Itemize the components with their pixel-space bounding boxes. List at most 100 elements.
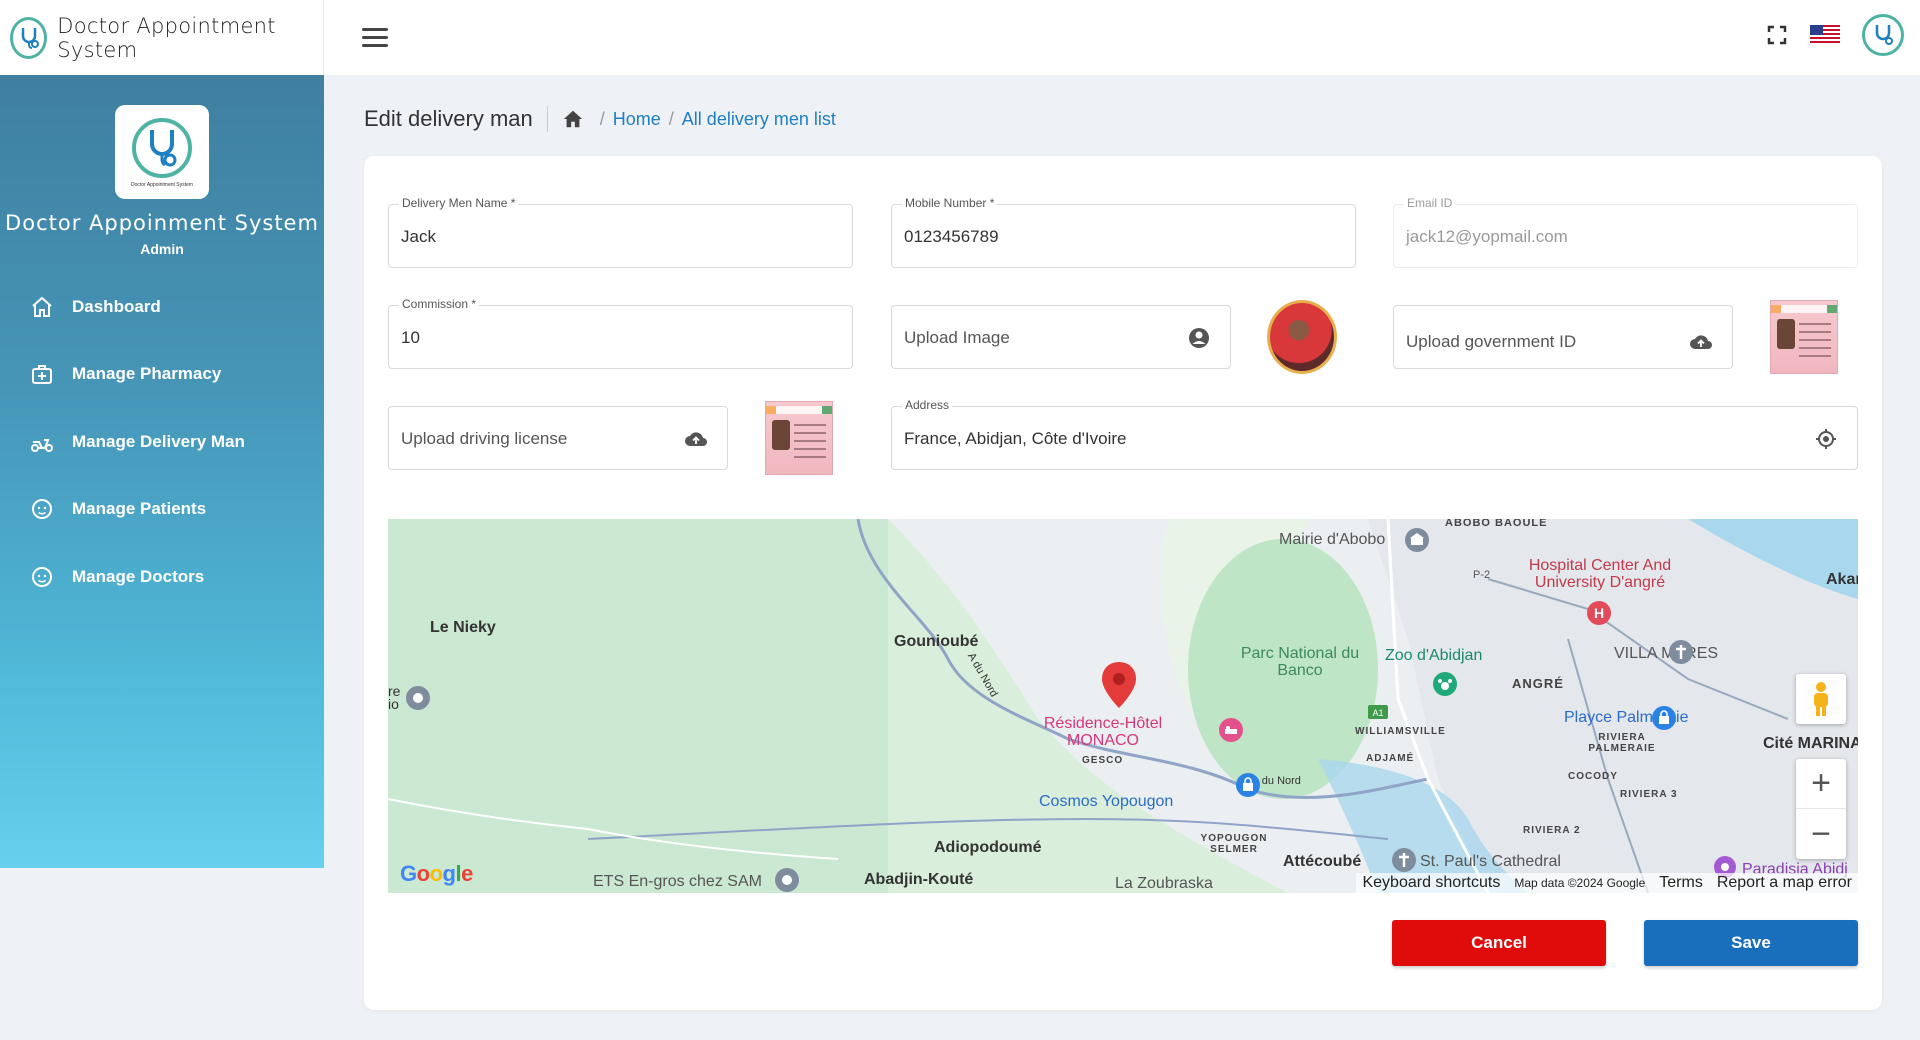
map-label: ABOBO BAOULE	[1445, 519, 1548, 529]
breadcrumb: / Home / All delivery men list	[562, 108, 836, 130]
page-title: Edit delivery man	[364, 106, 533, 131]
sidebar-item-delivery-man[interactable]: Manage Delivery Man	[0, 408, 324, 476]
account-circle-icon[interactable]	[1186, 326, 1212, 350]
us-flag-icon[interactable]	[1810, 25, 1840, 45]
sidebar-item-label: Manage Patients	[72, 499, 207, 519]
driving-license-thumbnail[interactable]	[765, 401, 833, 475]
scooter-icon	[31, 438, 53, 452]
building-marker-icon[interactable]	[1404, 527, 1430, 553]
report-map-error-link[interactable]: Report a map error	[1717, 874, 1852, 892]
upload-driving-license-field[interactable]: Upload driving license	[388, 406, 728, 470]
church-marker-icon[interactable]	[1391, 847, 1417, 873]
field-label: Email ID	[1404, 196, 1456, 210]
map-data-attribution: Map data ©2024 Google	[1514, 876, 1646, 890]
map-label: Hospital Center And University D'angré	[1528, 557, 1672, 591]
breadcrumb-delivery-list[interactable]: All delivery men list	[682, 109, 836, 130]
brand[interactable]: Doctor Appointment System	[0, 0, 324, 75]
svg-text:H: H	[1594, 605, 1604, 621]
location-pin-icon[interactable]	[1102, 662, 1136, 708]
cloud-upload-icon[interactable]	[1688, 330, 1714, 354]
face-icon	[32, 499, 52, 520]
map-label: WILLIAMSVILLE	[1355, 726, 1446, 737]
field-value: Jack	[401, 227, 436, 246]
map-label: Zoo d'Abidjan	[1385, 647, 1483, 664]
sidebar-item-dashboard[interactable]: Dashboard	[0, 273, 324, 341]
shopping-marker-icon[interactable]	[1235, 772, 1261, 798]
brand-title: Doctor Appointment System	[57, 13, 276, 62]
map-label: Parc National du Banco	[1240, 645, 1360, 679]
menu-toggle-icon[interactable]	[362, 28, 388, 48]
breadcrumb-home[interactable]: Home	[613, 109, 661, 130]
field-placeholder: Upload driving license	[401, 429, 568, 448]
sidebar-logo: Doctor Appointment System	[115, 105, 209, 199]
sidebar-item-pharmacy[interactable]: Manage Pharmacy	[0, 341, 324, 409]
map-label: VILLA MARES	[1614, 645, 1719, 662]
map-label: Cosmos Yopougon	[1039, 793, 1174, 810]
field-label: Mobile Number *	[902, 196, 998, 210]
mobile-number-field[interactable]: Mobile Number * 0123456789	[891, 196, 1356, 268]
divider	[546, 106, 548, 132]
zoom-controls: + −	[1796, 759, 1846, 859]
zoom-out-button[interactable]: −	[1796, 809, 1846, 859]
map-label: Mairie d'Abobo	[1279, 531, 1386, 548]
sidebar: Doctor Appointment System Doctor Appoinm…	[0, 75, 324, 868]
map-label: St. Paul's Cathedral	[1420, 853, 1561, 870]
place-marker-icon[interactable]	[1668, 639, 1694, 665]
my-location-icon[interactable]	[1813, 427, 1839, 451]
upload-image-field[interactable]: Upload Image	[891, 305, 1231, 369]
map-label: RIVIERA 3	[1620, 789, 1678, 800]
map-label: P-2	[1473, 569, 1491, 581]
place-marker-icon[interactable]	[774, 867, 800, 893]
zoo-marker-icon[interactable]	[1432, 671, 1458, 697]
cloud-upload-icon[interactable]	[683, 427, 709, 451]
map-label: RIVIERA PALMERAIE	[1588, 732, 1656, 754]
map-label: ANGRÉ	[1512, 676, 1564, 691]
keyboard-shortcuts-link[interactable]: Keyboard shortcuts	[1362, 874, 1500, 892]
map-label: re io	[388, 683, 401, 712]
page-header: Edit delivery man / Home / All delivery …	[364, 106, 836, 132]
sidebar-item-label: Manage Pharmacy	[72, 364, 222, 384]
sidebar-item-patients[interactable]: Manage Patients	[0, 476, 324, 544]
save-button[interactable]: Save	[1644, 920, 1858, 966]
map-label: Résidence-Hôtel MONACO	[1043, 715, 1163, 749]
map-label: La Zoubraska	[1115, 875, 1213, 892]
sidebar-item-doctors[interactable]: Manage Doctors	[0, 543, 324, 611]
sidebar-title: Doctor Appoinment System	[5, 211, 319, 235]
map-label: Akan	[1826, 571, 1858, 588]
google-logo: Google	[400, 861, 473, 886]
profile-image-thumbnail[interactable]	[1267, 300, 1337, 374]
sidebar-item-label: Manage Delivery Man	[72, 431, 245, 451]
map-label: ETS En-gros chez SAM	[593, 873, 762, 890]
home-icon[interactable]	[562, 108, 584, 130]
commission-field[interactable]: Commission * 10	[388, 297, 853, 369]
sidebar-item-label: Dashboard	[72, 296, 161, 316]
logo-caption: Doctor Appointment System	[131, 182, 193, 188]
place-marker-icon[interactable]	[405, 685, 431, 711]
field-label: Delivery Men Name *	[399, 196, 519, 210]
map-label: COCODY	[1568, 771, 1618, 782]
street-view-pegman-icon[interactable]	[1796, 674, 1846, 724]
field-value: France, Abidjan, Côte d'Ivoire	[904, 429, 1127, 448]
fullscreen-icon[interactable]	[1766, 24, 1788, 46]
address-field[interactable]: Address France, Abidjan, Côte d'Ivoire	[891, 398, 1858, 470]
government-id-thumbnail[interactable]	[1770, 300, 1838, 374]
edit-form-card: Delivery Men Name * Jack Mobile Number *…	[364, 156, 1882, 1010]
terms-link[interactable]: Terms	[1659, 874, 1703, 892]
map-label: ADJAMÉ	[1366, 753, 1415, 764]
delivery-name-field[interactable]: Delivery Men Name * Jack	[388, 196, 853, 268]
top-bar: Doctor Appointment System	[0, 0, 1920, 75]
email-field[interactable]: Email ID jack12@yopmail.com	[1393, 196, 1858, 268]
field-placeholder: Upload Image	[904, 328, 1010, 347]
breadcrumb-separator: /	[599, 108, 605, 129]
zoom-in-button[interactable]: +	[1796, 759, 1846, 809]
map-label: Le Nieky	[430, 619, 496, 636]
map[interactable]: Le Nieky re io Gounioubé A du Nord Mairi…	[388, 519, 1858, 893]
hotel-marker-icon[interactable]	[1218, 717, 1244, 743]
cancel-button[interactable]: Cancel	[1392, 920, 1606, 966]
hospital-marker-icon[interactable]: H	[1585, 599, 1613, 627]
upload-government-id-field[interactable]: Upload government ID	[1393, 305, 1733, 369]
stethoscope-logo-icon	[10, 16, 48, 59]
user-avatar[interactable]	[1862, 14, 1904, 56]
shopping-marker-icon[interactable]	[1651, 705, 1677, 731]
field-value: jack12@yopmail.com	[1406, 227, 1568, 246]
